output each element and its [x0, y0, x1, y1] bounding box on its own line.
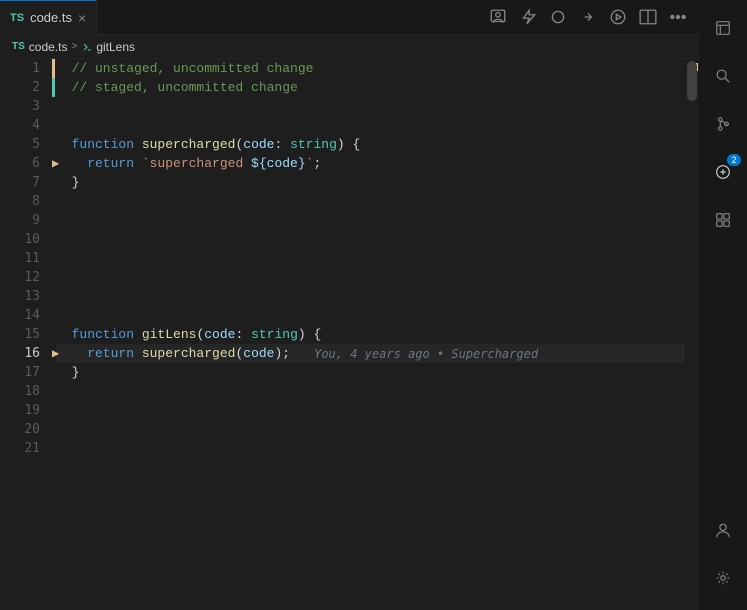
- line-20: 20: [0, 420, 52, 439]
- line-18: 18: [0, 382, 52, 401]
- line-4: 4: [0, 116, 52, 135]
- line-5: 5: [0, 135, 52, 154]
- code-line-8: [56, 192, 685, 211]
- code-line-15: function gitLens(code: string) {: [56, 325, 685, 344]
- code-line-12: [56, 268, 685, 287]
- code-line-1: // unstaged, uncommitted change: [56, 59, 685, 78]
- breadcrumb-file[interactable]: code.ts: [29, 40, 68, 54]
- activity-icon-source-control[interactable]: [699, 100, 747, 148]
- line-7: 7: [0, 173, 52, 192]
- tab-actions: [485, 4, 699, 30]
- code-line-21: [56, 439, 685, 458]
- line-14: 14: [0, 306, 52, 325]
- toggle-icon-button[interactable]: [545, 4, 571, 30]
- activity-bar-bottom: [699, 506, 747, 602]
- breadcrumb: TS code.ts > gitLens: [0, 35, 699, 59]
- tab-filename: code.ts: [30, 10, 72, 25]
- editor: 1 2 3 4 5 6 7 8 9 10 11 12 13 14 15 16 1…: [0, 59, 699, 610]
- line-3: 3: [0, 97, 52, 116]
- code-line-18: [56, 382, 685, 401]
- line-1: 1: [0, 59, 52, 78]
- line-19: 19: [0, 401, 52, 420]
- line-16: 16: [0, 344, 52, 363]
- code-line-9: [56, 211, 685, 230]
- activity-icon-explorer[interactable]: [699, 4, 747, 52]
- line-12: 12: [0, 268, 52, 287]
- code-line-10: [56, 230, 685, 249]
- line-13: 13: [0, 287, 52, 306]
- line-number-gutter: 1 2 3 4 5 6 7 8 9 10 11 12 13 14 15 16 1…: [0, 59, 52, 610]
- line-6: 6: [0, 154, 52, 173]
- blame-annotation: You, 4 years ago • Supercharged: [314, 347, 538, 361]
- code-line-17: }: [56, 363, 685, 382]
- code-line-6: ▶ return `supercharged ${code}`;: [56, 154, 685, 173]
- tab-close-button[interactable]: ×: [78, 10, 86, 26]
- minimap-scrollbar[interactable]: [685, 59, 699, 610]
- line-15: 15: [0, 325, 52, 344]
- line-11: 11: [0, 249, 52, 268]
- line-9: 9: [0, 211, 52, 230]
- line-2: 2: [0, 78, 52, 97]
- activity-bar: 2: [699, 0, 747, 610]
- scrollbar-thumb[interactable]: [687, 61, 697, 101]
- code-line-3: [56, 97, 685, 116]
- code-line-14: [56, 306, 685, 325]
- activity-icon-gitlens[interactable]: 2: [699, 148, 747, 196]
- tab-lang: TS: [10, 12, 24, 24]
- gitlens-icon-button[interactable]: [515, 4, 541, 30]
- code-line-19: [56, 401, 685, 420]
- portrait-icon-button[interactable]: [485, 4, 511, 30]
- active-tab[interactable]: TS code.ts ×: [0, 0, 97, 35]
- breadcrumb-symbol[interactable]: gitLens: [81, 40, 135, 54]
- line-8: 8: [0, 192, 52, 211]
- activity-icon-extensions[interactable]: [699, 196, 747, 244]
- breadcrumb-lang: TS: [12, 41, 25, 52]
- code-line-13: [56, 287, 685, 306]
- more-actions-button[interactable]: [665, 4, 691, 30]
- line-21: 21: [0, 439, 52, 458]
- run-icon-button[interactable]: [605, 4, 631, 30]
- activity-icon-settings[interactable]: [699, 554, 747, 602]
- code-line-5: function supercharged(code: string) {: [56, 135, 685, 154]
- code-line-16: ▶ return supercharged(code); You, 4 year…: [56, 344, 685, 363]
- breadcrumb-separator: >: [71, 41, 77, 52]
- tab-bar: TS code.ts ×: [0, 0, 699, 35]
- gitlens-badge: 2: [727, 154, 741, 166]
- line-10: 10: [0, 230, 52, 249]
- activity-icon-search[interactable]: [699, 52, 747, 100]
- navigate-forward-button[interactable]: [575, 4, 601, 30]
- code-line-20: [56, 420, 685, 439]
- split-editor-button[interactable]: [635, 4, 661, 30]
- code-line-11: [56, 249, 685, 268]
- code-line-7: }: [56, 173, 685, 192]
- line-17: 17: [0, 363, 52, 382]
- code-line-2: // staged, uncommitted change: [56, 78, 685, 97]
- code-line-4: [56, 116, 685, 135]
- code-area: // unstaged, uncommitted change // stage…: [52, 59, 685, 610]
- activity-icon-account[interactable]: [699, 506, 747, 554]
